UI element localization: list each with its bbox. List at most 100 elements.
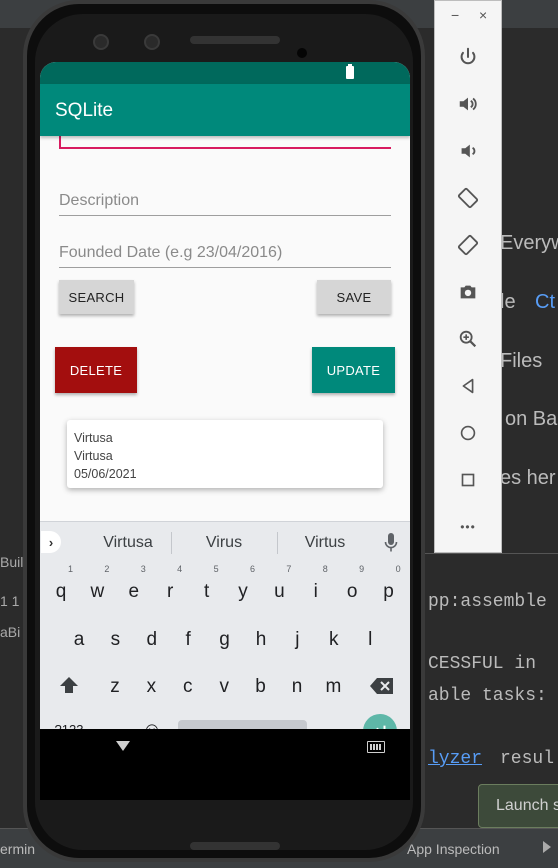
console-link[interactable]: lyzer: [428, 749, 482, 769]
ide-text-link: Ct: [535, 291, 555, 313]
name-field[interactable]: [59, 135, 391, 149]
minimize-button[interactable]: −: [451, 7, 459, 23]
console-line: pp:assemble: [428, 592, 547, 612]
key-b[interactable]: b: [244, 669, 278, 705]
console-line: resul: [500, 749, 555, 769]
camera-icon: [460, 285, 476, 299]
key-hint-number: 8: [322, 564, 328, 574]
ide-text-line: es her: [500, 467, 556, 489]
app-inspection-tab[interactable]: App Inspection: [407, 841, 500, 857]
power-button[interactable]: [452, 41, 484, 73]
key-d[interactable]: d: [135, 622, 169, 658]
key-v[interactable]: v: [207, 669, 241, 705]
key-p[interactable]: p0: [372, 564, 406, 610]
emulator-window-controls: − ×: [435, 7, 501, 27]
key-o[interactable]: o9: [335, 564, 369, 610]
back-button[interactable]: [452, 370, 484, 402]
emulator-toolbar: − × •••: [434, 0, 502, 553]
chevron-right-icon[interactable]: ›: [41, 531, 61, 553]
back-icon: [462, 378, 474, 394]
key-hint-number: 2: [104, 564, 110, 574]
suggestion-item[interactable]: Virtus: [280, 534, 370, 552]
key-h[interactable]: h: [244, 622, 278, 658]
card-date: 05/06/2021: [74, 467, 137, 481]
key-j[interactable]: j: [280, 622, 314, 658]
key-x[interactable]: x: [134, 669, 168, 705]
delete-button[interactable]: DELETE: [55, 347, 137, 393]
ide-text-line: on Ba: [505, 408, 558, 430]
key-w[interactable]: w2: [80, 564, 114, 610]
description-placeholder: Description: [59, 192, 140, 209]
key-k[interactable]: k: [317, 622, 351, 658]
phone-screen: SQLite Description Founded Date (e.g 23/…: [40, 62, 410, 800]
suggestion-divider: [277, 532, 278, 554]
power-icon: [460, 47, 476, 65]
key-t[interactable]: t5: [190, 564, 224, 610]
launch-button[interactable]: Launch s: [478, 784, 558, 828]
key-a[interactable]: a: [62, 622, 96, 658]
console-line: able tasks:: [428, 686, 547, 706]
volume-down-button[interactable]: [452, 135, 484, 167]
keyboard-switch-icon[interactable]: [367, 741, 385, 753]
home-icon: [460, 425, 476, 441]
key-i[interactable]: i8: [299, 564, 333, 610]
card-name: Virtusa: [74, 431, 113, 445]
search-button[interactable]: SEARCH: [59, 280, 134, 314]
suggestion-item[interactable]: Virtusa: [84, 534, 172, 552]
key-z[interactable]: z: [98, 669, 132, 705]
founded-date-placeholder: Founded Date (e.g 23/04/2016): [59, 244, 283, 261]
key-s[interactable]: s: [98, 622, 132, 658]
zoom-icon: [459, 330, 477, 348]
backspace-icon[interactable]: [370, 677, 394, 695]
earpiece-speaker: [190, 36, 280, 44]
soft-keyboard: › Virtusa Virus Virtus q1w2e3r4t5y6u7i8o…: [40, 521, 410, 748]
key-n[interactable]: n: [280, 669, 314, 705]
rotate-left-button[interactable]: [452, 182, 484, 214]
key-hint-number: 3: [140, 564, 146, 574]
shift-icon[interactable]: [58, 674, 80, 696]
key-l[interactable]: l: [353, 622, 387, 658]
ide-left-text: Buil: [0, 554, 24, 570]
zoom-button[interactable]: [452, 323, 484, 355]
rotate-left-icon: [457, 187, 479, 209]
founded-date-field[interactable]: Founded Date (e.g 23/04/2016): [59, 228, 391, 268]
sensor-dot: [297, 48, 307, 58]
key-q[interactable]: q1: [44, 564, 78, 610]
key-hint-number: 1: [67, 564, 73, 574]
key-f[interactable]: f: [171, 622, 205, 658]
close-button[interactable]: ×: [479, 7, 487, 23]
navigation-bar: [40, 729, 410, 800]
rotate-right-button[interactable]: [452, 229, 484, 261]
suggestion-divider: [171, 532, 172, 554]
screenshot-button[interactable]: [452, 276, 484, 308]
run-icon[interactable]: [543, 841, 551, 853]
key-e[interactable]: e3: [117, 564, 151, 610]
app-title: SQLite: [55, 100, 114, 121]
overview-button[interactable]: [452, 464, 484, 496]
update-button[interactable]: UPDATE: [312, 347, 395, 393]
key-c[interactable]: c: [171, 669, 205, 705]
terminal-tab[interactable]: ermin: [0, 841, 35, 857]
front-camera-left: [93, 34, 109, 50]
field-underline: [59, 215, 391, 216]
volume-up-icon: [459, 97, 477, 111]
home-button[interactable]: [452, 417, 484, 449]
record-card[interactable]: Virtusa Virtusa 05/06/2021: [67, 420, 383, 488]
key-m[interactable]: m: [316, 669, 350, 705]
key-u[interactable]: u7: [262, 564, 296, 610]
description-field[interactable]: Description: [59, 176, 391, 216]
suggestion-item[interactable]: Virus: [180, 534, 268, 552]
key-g[interactable]: g: [208, 622, 242, 658]
microphone-icon[interactable]: [384, 532, 398, 554]
more-button[interactable]: •••: [452, 511, 484, 543]
console-line: CESSFUL in: [428, 654, 537, 674]
console-separator: [418, 553, 558, 554]
hide-keyboard-icon[interactable]: [116, 741, 130, 751]
volume-up-button[interactable]: [452, 88, 484, 120]
bottom-speaker: [190, 842, 280, 850]
field-underline: [59, 267, 391, 268]
key-r[interactable]: r4: [153, 564, 187, 610]
key-y[interactable]: y6: [226, 564, 260, 610]
save-button[interactable]: SAVE: [317, 280, 391, 314]
overview-icon: [461, 473, 475, 487]
